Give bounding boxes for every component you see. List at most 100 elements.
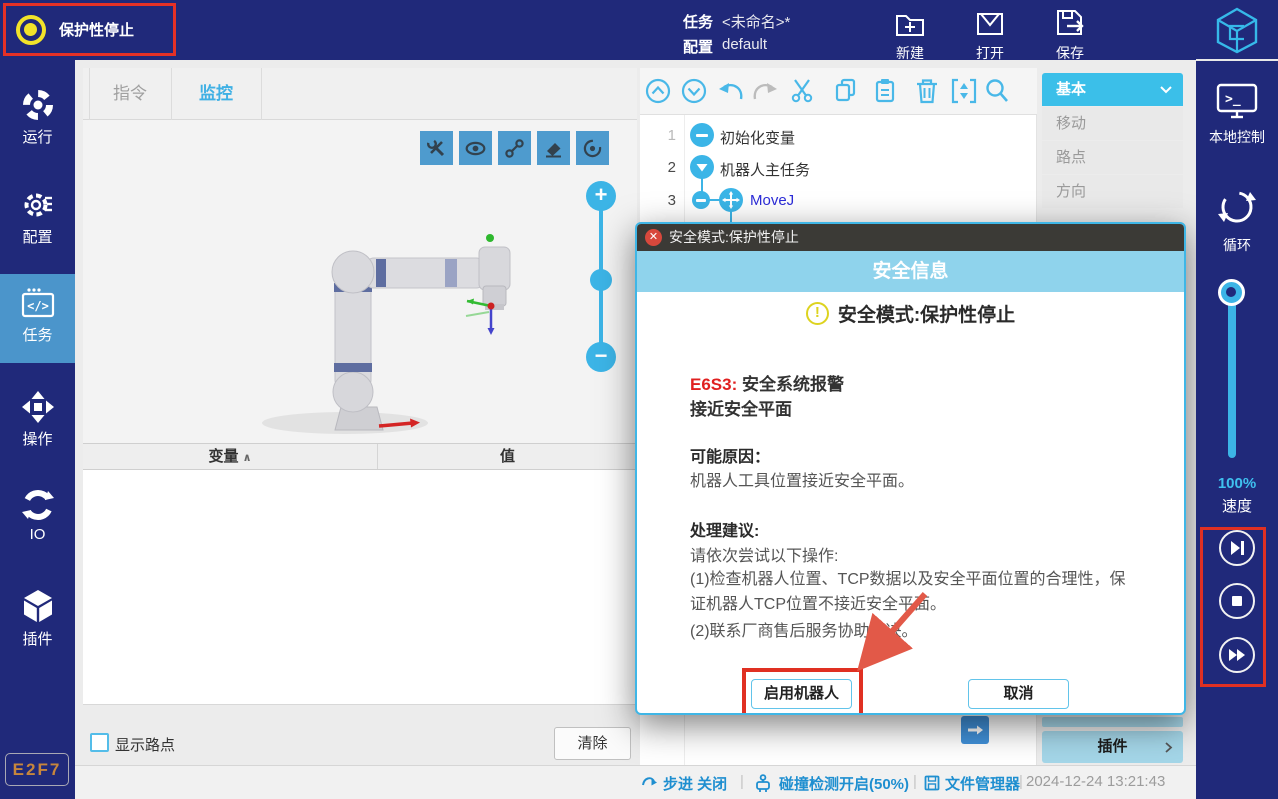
orbit-button[interactable] bbox=[576, 131, 609, 165]
delete-icon[interactable] bbox=[917, 81, 937, 103]
collision-robot-icon bbox=[753, 773, 773, 793]
close-icon[interactable]: ✕ bbox=[645, 229, 662, 246]
local-control-button[interactable]: >_ 本地控制 bbox=[1196, 82, 1278, 147]
redo-icon[interactable] bbox=[755, 83, 777, 99]
file-manager-link[interactable]: 文件管理器 bbox=[945, 773, 1020, 794]
task-value: <未命名>* bbox=[722, 11, 790, 32]
tree-row-label-movej[interactable]: MoveJ bbox=[750, 192, 794, 209]
speed-slider-track[interactable] bbox=[1228, 292, 1236, 458]
arrow-right-icon bbox=[961, 716, 989, 744]
show-waypoints-label: 显示路点 bbox=[115, 734, 175, 755]
eraser-button[interactable] bbox=[537, 131, 570, 165]
annotation-arrow bbox=[835, 586, 947, 678]
sort-caret-icon: ∧ bbox=[243, 452, 252, 464]
cancel-button[interactable]: 取消 bbox=[968, 679, 1069, 709]
protective-stop-annotation: 保护性停止 bbox=[3, 3, 176, 56]
variable-table-header: 变量 ∧ 值 bbox=[83, 443, 637, 470]
top-bar: 保护性停止 任务 <未命名>* 配置 default 新建 打开 bbox=[0, 0, 1278, 60]
sidebar-item-plugin[interactable]: 插件 bbox=[0, 588, 75, 649]
command-item-move[interactable]: 移动 bbox=[1042, 107, 1183, 140]
right-sidebar: >_ 本地控制 循环 100% 速度 bbox=[1196, 0, 1278, 799]
sidebar-item-config[interactable]: 配置 bbox=[0, 188, 75, 247]
tab-instruction[interactable]: 指令 bbox=[89, 68, 171, 120]
minus-circle-icon[interactable] bbox=[690, 123, 714, 147]
panel-scroll-sliver bbox=[1042, 717, 1183, 727]
variable-table-body bbox=[83, 470, 637, 705]
stop-button[interactable] bbox=[1219, 583, 1255, 619]
tree-row-label[interactable]: 初始化变量 bbox=[720, 127, 795, 148]
error-title: 安全系统报警 bbox=[742, 375, 844, 394]
jog-arrows-icon bbox=[21, 390, 55, 424]
left-sidebar: 运行 配置 </> 任务 bbox=[0, 60, 75, 799]
dialog-warning-row: ! 安全模式:保护性停止 bbox=[637, 300, 1184, 327]
step-arrow-icon bbox=[641, 774, 659, 792]
robot-3d-viewport[interactable]: + − bbox=[83, 120, 637, 443]
plugin-panel-button[interactable]: 插件 bbox=[1042, 731, 1183, 763]
insert-right-button[interactable] bbox=[961, 716, 989, 744]
search-icon[interactable] bbox=[988, 81, 1008, 102]
tab-monitor[interactable]: 监控 bbox=[171, 68, 261, 120]
cause-label: 可能原因： bbox=[690, 443, 770, 467]
orbit-icon bbox=[582, 138, 603, 159]
fold-icon[interactable] bbox=[953, 80, 975, 102]
copy-icon[interactable] bbox=[837, 80, 854, 100]
dialog-titlebar[interactable]: ✕ 安全模式:保护性停止 bbox=[637, 224, 1184, 251]
error-code: E6S3: bbox=[690, 375, 737, 394]
move-circle-icon[interactable] bbox=[719, 188, 743, 212]
chevron-right-icon bbox=[1164, 741, 1173, 754]
visibility-button[interactable] bbox=[459, 131, 492, 165]
sidebar-item-io[interactable]: IO bbox=[0, 488, 75, 543]
fast-forward-button[interactable] bbox=[1219, 637, 1255, 673]
paste-icon[interactable] bbox=[877, 79, 893, 101]
advice-line: 请依次尝试以下操作: bbox=[690, 542, 838, 566]
expand-down-icon[interactable] bbox=[683, 80, 705, 102]
new-file-icon bbox=[892, 5, 928, 41]
path-button[interactable] bbox=[498, 131, 531, 165]
timestamp: 2024-12-24 13:21:43 bbox=[1026, 773, 1165, 790]
column-variable[interactable]: 变量 ∧ bbox=[83, 444, 377, 471]
tree-row-label[interactable]: 机器人主任务 bbox=[720, 159, 810, 180]
show-waypoints-checkbox[interactable] bbox=[90, 733, 109, 752]
cut-icon[interactable] bbox=[793, 80, 811, 101]
tree-row-number: 1 bbox=[650, 127, 676, 144]
command-item-direction[interactable]: 方向 bbox=[1042, 175, 1183, 208]
zoom-out-button[interactable]: − bbox=[586, 342, 616, 372]
config-label: 配置 bbox=[683, 36, 713, 57]
collapse-up-icon[interactable] bbox=[647, 80, 669, 102]
advice-label: 处理建议: bbox=[690, 517, 759, 541]
step-mode-status[interactable]: 步进 关闭 bbox=[663, 773, 727, 794]
tree-connector bbox=[730, 211, 732, 222]
loop-button[interactable]: 循环 bbox=[1196, 186, 1278, 255]
column-value[interactable]: 值 bbox=[377, 444, 637, 469]
triangle-down-circle-icon[interactable] bbox=[690, 155, 714, 179]
view-tabbar: 指令 监控 bbox=[83, 68, 637, 120]
elite-cube-logo bbox=[1213, 6, 1261, 54]
save-task-button[interactable]: 保存 bbox=[1042, 5, 1098, 63]
sidebar-item-run[interactable]: 运行 bbox=[0, 88, 75, 147]
command-category-dropdown[interactable]: 基本 bbox=[1042, 73, 1183, 106]
status-bar: 步进 关闭 | 碰撞检测开启(50%) | 文件管理器 | 2024-12-24… bbox=[75, 765, 1196, 799]
speed-slider-knob[interactable] bbox=[1218, 279, 1245, 306]
open-file-icon bbox=[972, 5, 1008, 41]
sidebar-item-task[interactable]: </> 任务 bbox=[0, 286, 75, 345]
step-forward-button[interactable] bbox=[1219, 530, 1255, 566]
loop-icon bbox=[1216, 186, 1258, 228]
eraser-icon bbox=[543, 138, 564, 159]
collision-detect-status[interactable]: 碰撞检测开启(50%) bbox=[779, 773, 909, 794]
protective-stop-ring-icon[interactable] bbox=[16, 15, 46, 45]
dialog-warning-text: 安全模式:保护性停止 bbox=[838, 300, 1015, 327]
dialog-band: 安全信息 bbox=[637, 251, 1184, 292]
zoom-in-button[interactable]: + bbox=[586, 181, 616, 211]
fast-forward-icon bbox=[1221, 639, 1253, 671]
viewport-zoom-knob[interactable] bbox=[590, 269, 612, 291]
sidebar-item-jog[interactable]: 操作 bbox=[0, 390, 75, 449]
svg-text:>_: >_ bbox=[1225, 92, 1241, 107]
undo-icon[interactable] bbox=[719, 83, 741, 99]
clear-button[interactable]: 清除 bbox=[554, 727, 631, 760]
command-item-waypoint[interactable]: 路点 bbox=[1042, 141, 1183, 174]
minus-circle-small-icon[interactable] bbox=[692, 191, 710, 209]
open-task-button[interactable]: 打开 bbox=[962, 5, 1018, 63]
path-icon bbox=[504, 138, 525, 159]
new-task-button[interactable]: 新建 bbox=[882, 5, 938, 63]
tools-button[interactable] bbox=[420, 131, 453, 165]
